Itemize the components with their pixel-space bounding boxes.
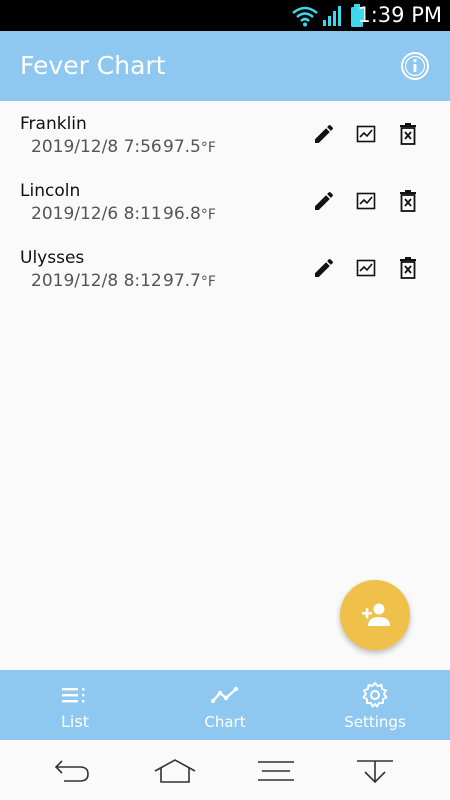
chart-button[interactable]: [353, 255, 379, 281]
home-button[interactable]: [153, 756, 197, 786]
pencil-icon: [315, 258, 334, 277]
person-name: Franklin: [20, 114, 87, 134]
status-time: 1:39 PM: [357, 3, 442, 27]
status-icons: [292, 3, 364, 28]
tab-list-label: List: [61, 712, 89, 731]
tab-chart[interactable]: Chart: [150, 670, 300, 740]
delete-button[interactable]: [395, 188, 421, 214]
line-chart-icon: [211, 686, 239, 704]
chart-icon: [356, 259, 376, 277]
app-bar: Fever Chart: [0, 31, 450, 101]
chart-icon: [356, 192, 376, 210]
trash-icon: [400, 123, 416, 145]
pencil-icon: [315, 191, 334, 210]
page-title: Fever Chart: [20, 51, 166, 80]
reading-temperature: 97.5°F: [163, 136, 216, 159]
system-nav-bar: [0, 740, 450, 800]
temperature-unit: °F: [200, 140, 216, 156]
edit-button[interactable]: [311, 121, 337, 147]
reading-date: 2019/12/8 8:12: [31, 271, 162, 291]
person-list: Franklin 2019/12/8 7:56 97.5°F Lincoln 2…: [0, 101, 450, 302]
edit-button[interactable]: [311, 255, 337, 281]
temperature-unit: °F: [200, 274, 216, 290]
trash-icon: [400, 257, 416, 279]
edit-button[interactable]: [311, 188, 337, 214]
reading-date: 2019/12/8 7:56: [31, 137, 162, 157]
status-bar: 1:39 PM: [0, 0, 450, 31]
pencil-icon: [315, 124, 334, 143]
chart-button[interactable]: [353, 188, 379, 214]
temperature-value: 97.5: [163, 137, 201, 157]
tab-settings[interactable]: Settings: [300, 670, 450, 740]
info-icon: [401, 52, 429, 80]
bottom-nav: List Chart Settings: [0, 670, 450, 740]
arrow-down-icon: [357, 760, 393, 784]
person-name: Lincoln: [20, 181, 81, 201]
reading-date: 2019/12/6 8:11: [31, 204, 162, 224]
reading-temperature: 96.8°F: [163, 203, 216, 226]
list-item[interactable]: Ulysses 2019/12/8 8:12 97.7°F: [0, 235, 450, 302]
hide-nav-button[interactable]: [353, 756, 397, 786]
menu-button[interactable]: [254, 756, 298, 786]
temperature-unit: °F: [200, 207, 216, 223]
tab-settings-label: Settings: [344, 713, 406, 731]
info-button[interactable]: [400, 51, 430, 81]
trash-icon: [400, 190, 416, 212]
wifi-icon: [292, 6, 318, 26]
delete-button[interactable]: [395, 255, 421, 281]
menu-icon: [258, 761, 294, 781]
chart-icon: [356, 125, 376, 143]
chart-button[interactable]: [353, 121, 379, 147]
temperature-value: 97.7: [163, 271, 201, 291]
gear-icon: [362, 682, 388, 708]
list-item[interactable]: Franklin 2019/12/8 7:56 97.5°F: [0, 101, 450, 168]
add-person-icon: [362, 603, 390, 626]
list-item[interactable]: Lincoln 2019/12/6 8:11 96.8°F: [0, 168, 450, 235]
delete-button[interactable]: [395, 121, 421, 147]
back-button[interactable]: [50, 756, 94, 786]
reading-temperature: 97.7°F: [163, 270, 216, 293]
home-icon: [154, 759, 196, 783]
tab-list[interactable]: List: [0, 670, 150, 740]
back-icon: [54, 760, 89, 782]
add-person-button[interactable]: [340, 580, 410, 650]
signal-icon: [323, 5, 341, 26]
person-name: Ulysses: [20, 248, 85, 268]
list-icon: [62, 688, 85, 703]
temperature-value: 96.8: [163, 204, 201, 224]
tab-chart-label: Chart: [204, 713, 246, 731]
